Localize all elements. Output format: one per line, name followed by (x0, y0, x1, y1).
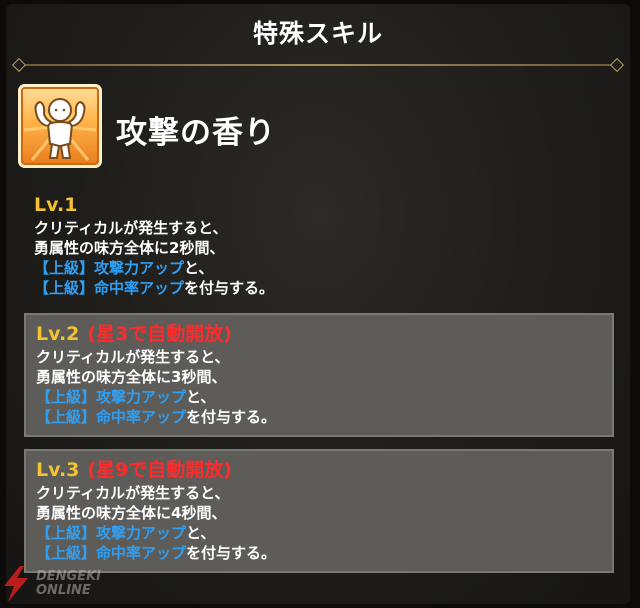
level-2-line-2: 勇属性の味方全体に3秒間、 (36, 368, 227, 386)
buff-suffix: と、 (186, 388, 216, 406)
level-3-title: Lv.3 (星9で自動開放) (36, 459, 612, 483)
level-3-label: Lv.3 (36, 459, 80, 481)
buff-suffix: を付与する。 (186, 408, 277, 426)
divider-ornament-left (11, 57, 27, 73)
flexing-figure-icon (18, 84, 102, 168)
accuracy-up-buff: 【上級】命中率アップ (36, 408, 187, 426)
level-2-label: Lv.2 (36, 323, 80, 345)
attack-up-buff: 【上級】攻撃力アップ (36, 524, 187, 542)
level-3-line-1: クリティカルが発生すると、 (36, 484, 230, 502)
level-3-buff-1: 【上級】攻撃力アップと、 (36, 523, 612, 543)
skill-name: 攻撃の香り (116, 115, 276, 151)
buff-suffix: と、 (186, 524, 216, 542)
watermark-text: DENGEKI ONLINE (36, 570, 101, 598)
skill-detail-panel: 特殊スキル 攻撃の香り Lv.1 クリティカルが発生すると、 勇属性の味方全体に… (6, 4, 630, 604)
watermark-line-1: DENGEKI (36, 569, 102, 584)
level-1-section: Lv.1 クリティカルが発生すると、 勇属性の味方全体に2秒間、 【上級】攻撃力… (24, 194, 614, 302)
attack-up-buff: 【上級】攻撃力アップ (36, 388, 187, 406)
buff-suffix: と、 (184, 259, 214, 277)
level-3-section: Lv.3 (星9で自動開放) クリティカルが発生すると、 勇属性の味方全体に4秒間… (24, 449, 614, 573)
buff-suffix: を付与する。 (186, 544, 277, 562)
panel-header: 特殊スキル (6, 4, 630, 60)
level-1-line-2: 勇属性の味方全体に2秒間、 (34, 239, 225, 257)
level-3-unlock-note: (星9で自動開放) (87, 459, 232, 481)
level-3-line-2: 勇属性の味方全体に4秒間、 (36, 504, 227, 522)
attack-up-buff: 【上級】攻撃力アップ (34, 259, 185, 277)
watermark-line-2: ONLINE (36, 583, 91, 598)
level-1-buff-2: 【上級】命中率アップを付与する。 (34, 278, 614, 298)
accuracy-up-buff: 【上級】命中率アップ (34, 279, 185, 297)
level-2-buff-2: 【上級】命中率アップを付与する。 (36, 407, 612, 427)
level-2-buff-1: 【上級】攻撃力アップと、 (36, 387, 612, 407)
level-2-unlock-note: (星3で自動開放) (87, 323, 232, 345)
buff-suffix: を付与する。 (184, 279, 275, 297)
lightning-bolt-icon (4, 566, 28, 602)
divider-ornament-right (609, 57, 625, 73)
accuracy-up-buff: 【上級】命中率アップ (36, 544, 187, 562)
level-1-title: Lv.1 (34, 194, 614, 218)
level-2-line-1: クリティカルが発生すると、 (36, 348, 230, 366)
level-1-buff-1: 【上級】攻撃力アップと、 (34, 258, 614, 278)
level-2-title: Lv.2 (星3で自動開放) (36, 323, 612, 347)
level-1-line-1: クリティカルが発生すると、 (34, 219, 228, 237)
panel-title: 特殊スキル (252, 19, 383, 48)
level-2-section: Lv.2 (星3で自動開放) クリティカルが発生すると、 勇属性の味方全体に3秒間… (24, 313, 614, 437)
header-divider (11, 57, 625, 73)
watermark-logo: DENGEKI ONLINE (0, 564, 130, 608)
level-1-label: Lv.1 (34, 194, 78, 216)
level-3-buff-2: 【上級】命中率アップを付与する。 (36, 543, 612, 563)
